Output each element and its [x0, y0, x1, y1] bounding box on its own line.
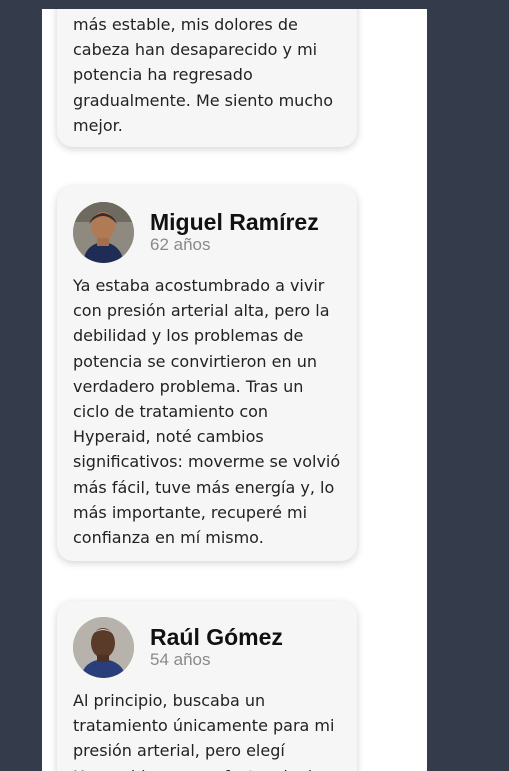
avatar [73, 616, 134, 678]
reviewer-age: 62 años [150, 235, 211, 254]
testimonial-card: Miguel Ramírez 62 años Ya estaba acostum… [57, 186, 357, 561]
reviewer-age: 54 años [150, 650, 211, 669]
testimonial-card: más estable, mis dolores de cabeza han d… [57, 9, 357, 147]
reviewer-name: Miguel Ramírez [150, 209, 319, 235]
testimonial-header: Miguel Ramírez 62 años [73, 201, 341, 263]
testimonial-text: más estable, mis dolores de cabeza han d… [73, 15, 334, 135]
avatar [73, 201, 134, 263]
person-photo-icon [73, 201, 134, 263]
person-photo-icon [73, 616, 134, 678]
testimonial-text: Al principio, buscaba un tratamiento úni… [73, 691, 335, 771]
testimonial-card: Raúl Gómez 54 años Al principio, buscaba… [57, 601, 357, 771]
testimonial-text: Ya estaba acostumbrado a vivir con presi… [73, 276, 341, 548]
testimonial-header: Raúl Gómez 54 años [73, 616, 341, 678]
reviewer-name: Raúl Gómez [150, 624, 283, 650]
testimonials-page: más estable, mis dolores de cabeza han d… [42, 9, 427, 771]
